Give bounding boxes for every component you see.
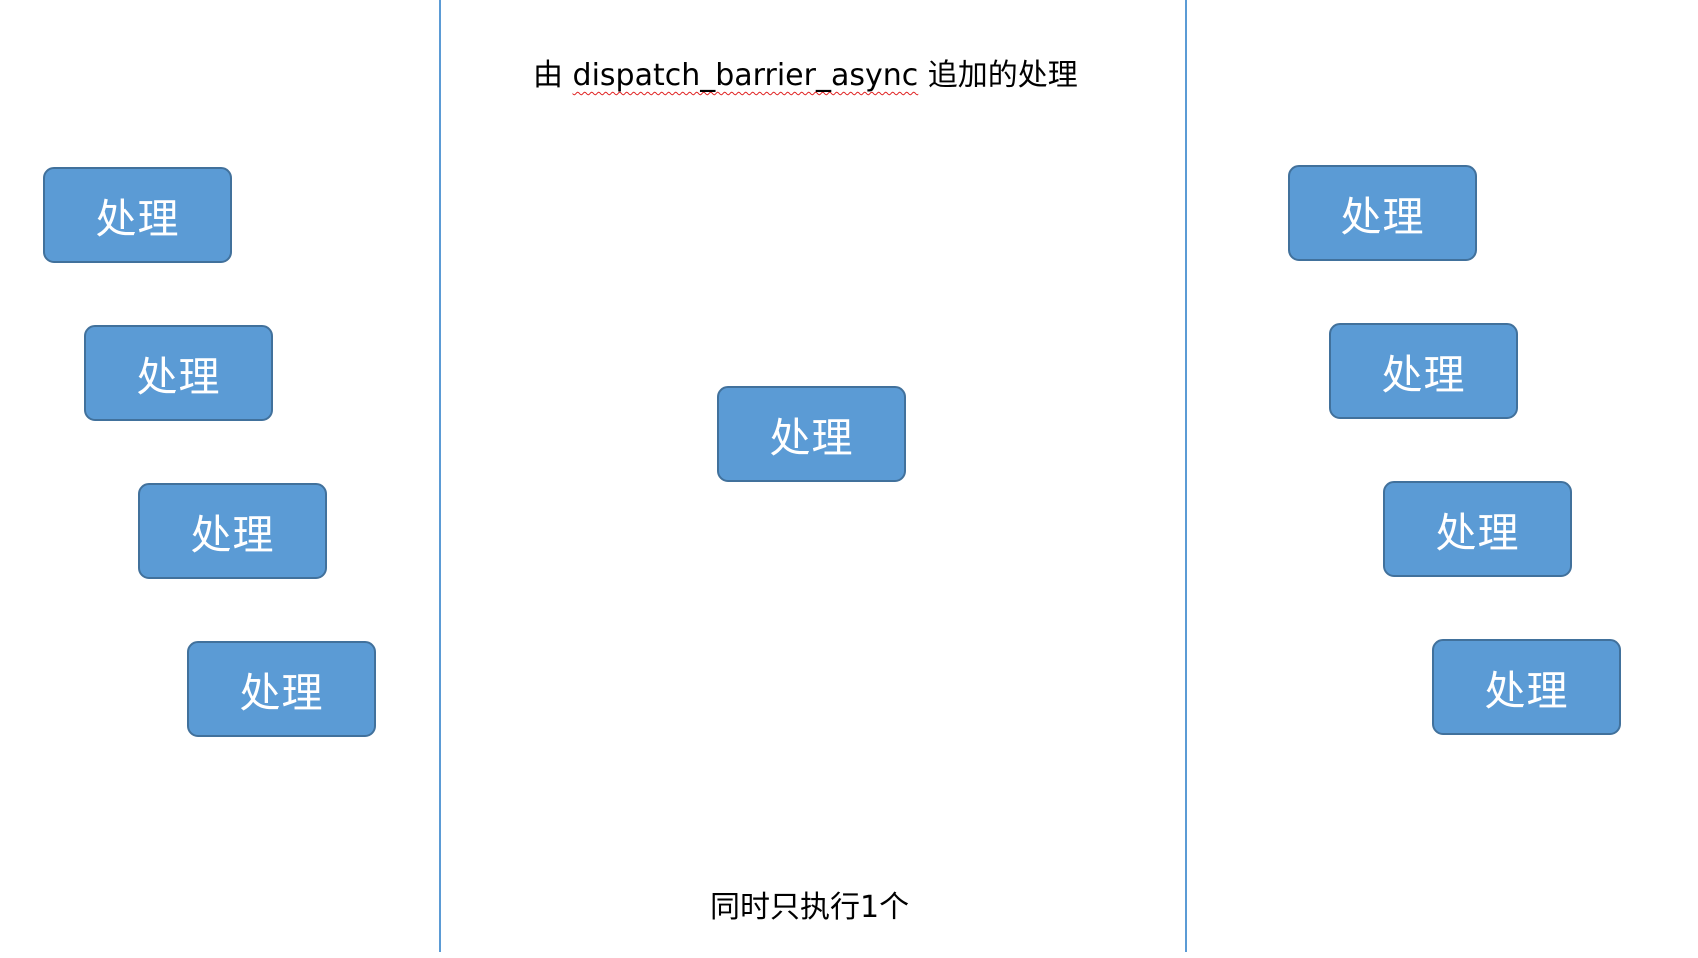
left-process-box-2: 处理 (84, 325, 273, 421)
left-process-box-3: 处理 (138, 483, 327, 579)
barrier-caption-suffix: 追加的处理 (927, 58, 1078, 93)
left-process-box-1: 处理 (43, 167, 232, 263)
right-process-box-2: 处理 (1329, 323, 1518, 419)
single-execution-caption: 同时只执行1个 (710, 890, 910, 925)
left-divider-line (439, 0, 441, 952)
barrier-process-box: 处理 (717, 386, 906, 482)
right-process-box-1: 处理 (1288, 165, 1477, 261)
left-process-box-4: 处理 (187, 641, 376, 737)
right-process-box-3: 处理 (1383, 481, 1572, 577)
barrier-caption-code: dispatch_barrier_async (572, 58, 919, 93)
barrier-caption-prefix: 由 (533, 58, 563, 93)
barrier-caption: 由 dispatch_barrier_async 追加的处理 (533, 50, 1078, 94)
right-process-box-4: 处理 (1432, 639, 1621, 735)
right-divider-line (1185, 0, 1187, 952)
